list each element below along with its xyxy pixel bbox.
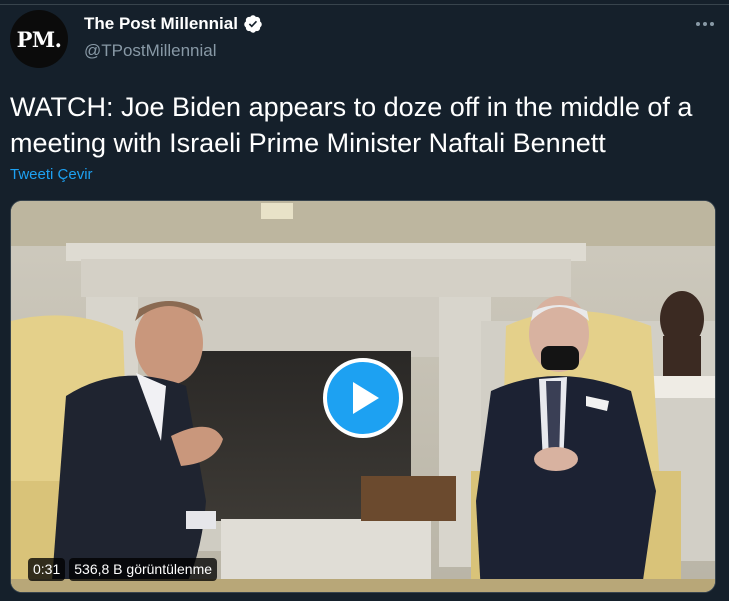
video-info-badges: 0:31 536,8 B görüntülenme	[28, 558, 218, 581]
video-views-badge: 536,8 B görüntülenme	[69, 558, 218, 581]
more-options-icon[interactable]	[691, 14, 719, 34]
author-name-row[interactable]: The Post Millennial	[84, 14, 263, 34]
avatar[interactable]: PM.	[10, 10, 68, 68]
tweet-text: WATCH: Joe Biden appears to doze off in …	[10, 92, 693, 158]
tweet-card: PM. The Post Millennial @TPostMillennial…	[0, 0, 729, 601]
author-handle[interactable]: @TPostMillennial	[84, 41, 217, 61]
video-duration-badge: 0:31	[28, 558, 66, 581]
play-button[interactable]	[323, 358, 403, 438]
author-display-name[interactable]: The Post Millennial	[84, 14, 238, 34]
play-icon	[353, 382, 379, 414]
translate-tweet-link[interactable]: Tweeti Çevir	[10, 166, 93, 183]
video-player[interactable]: 0:31 536,8 B görüntülenme	[10, 200, 716, 593]
verified-badge-icon	[244, 15, 262, 33]
avatar-logo-text: PM.	[16, 26, 62, 52]
divider	[0, 4, 729, 5]
